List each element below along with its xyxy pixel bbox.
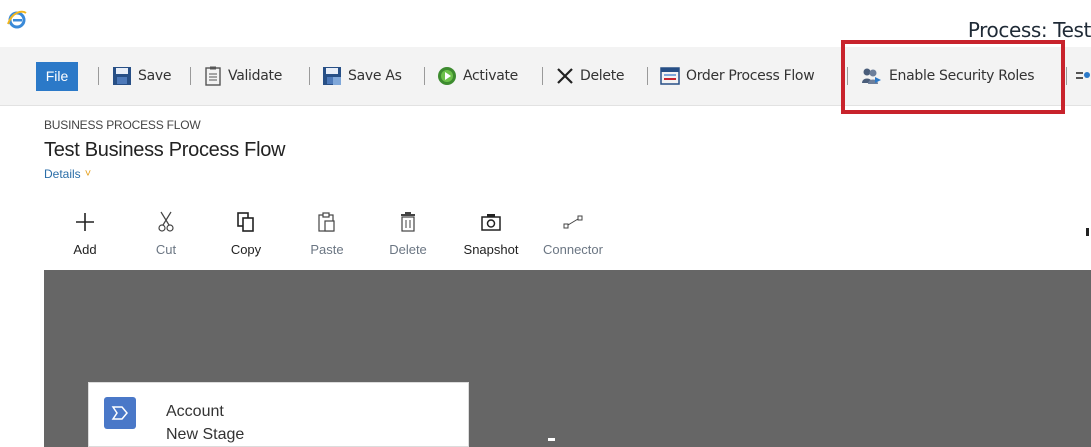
trash-icon — [401, 212, 415, 232]
save-as-label: Save As — [348, 68, 402, 84]
chevron-down-icon: ˅ — [84, 168, 92, 180]
connector-icon — [563, 215, 583, 229]
snapshot-label: Snapshot — [463, 242, 519, 257]
edge-marker — [1086, 228, 1089, 236]
add-label: Add — [73, 242, 97, 257]
internet-explorer-icon — [7, 10, 27, 29]
save-label: Save — [138, 68, 172, 84]
page-title: Test Business Process Flow — [44, 139, 286, 161]
separator — [647, 67, 648, 85]
canvas-marker — [548, 438, 555, 441]
validate-button[interactable]: Validate — [204, 63, 282, 89]
plus-icon — [76, 213, 94, 231]
connector-button[interactable]: Connector — [538, 208, 608, 257]
stage-chevron-icon — [111, 406, 128, 420]
cut-button[interactable]: Cut — [131, 208, 201, 257]
order-process-flow-icon — [660, 67, 680, 85]
delete-x-icon — [557, 68, 573, 84]
order-process-flow-label: Order Process Flow — [686, 68, 815, 84]
delete-tool-label: Delete — [389, 242, 427, 257]
paste-button[interactable]: Paste — [292, 208, 362, 257]
details-label: Details — [44, 167, 81, 181]
separator — [542, 67, 543, 85]
entity-label: BUSINESS PROCESS FLOW — [44, 118, 201, 132]
more-commands-icon[interactable] — [1076, 66, 1091, 86]
copy-icon — [237, 212, 254, 232]
validate-icon — [205, 66, 221, 86]
validate-label: Validate — [228, 68, 283, 84]
order-process-flow-button[interactable]: Order Process Flow — [660, 63, 815, 89]
paste-label: Paste — [310, 242, 344, 257]
save-icon — [113, 67, 131, 85]
stage-entity: Account — [166, 403, 224, 420]
file-button[interactable]: File — [36, 62, 78, 91]
stage-icon — [104, 397, 136, 429]
stage-name: New Stage — [166, 426, 245, 443]
separator — [1066, 67, 1067, 85]
add-button[interactable]: Add — [50, 208, 120, 257]
save-button[interactable]: Save — [112, 63, 171, 89]
separator — [424, 67, 425, 85]
paste-icon — [318, 212, 335, 232]
connector-label: Connector — [543, 242, 603, 257]
activate-label: Activate — [463, 68, 518, 84]
activate-icon — [438, 67, 456, 85]
delete-button[interactable]: Delete — [556, 63, 625, 89]
stage-card[interactable]: Account New Stage — [88, 382, 469, 447]
snapshot-button[interactable]: Snapshot — [456, 208, 526, 257]
save-as-button[interactable]: Save As — [322, 63, 402, 89]
cut-label: Cut — [155, 242, 177, 257]
delete-label: Delete — [580, 68, 625, 84]
window-title: Process: Test — [967, 18, 1091, 42]
separator — [98, 67, 99, 85]
activate-button[interactable]: Activate — [437, 63, 518, 89]
separator — [190, 67, 191, 85]
save-as-icon — [323, 67, 341, 85]
details-toggle[interactable]: Details ˅ — [44, 167, 91, 181]
camera-icon — [481, 214, 501, 231]
highlight-box — [841, 40, 1065, 114]
separator — [309, 67, 310, 85]
delete-tool-button[interactable]: Delete — [373, 208, 443, 257]
copy-button[interactable]: Copy — [211, 208, 281, 257]
copy-label: Copy — [230, 242, 262, 257]
scissors-icon — [158, 211, 174, 232]
